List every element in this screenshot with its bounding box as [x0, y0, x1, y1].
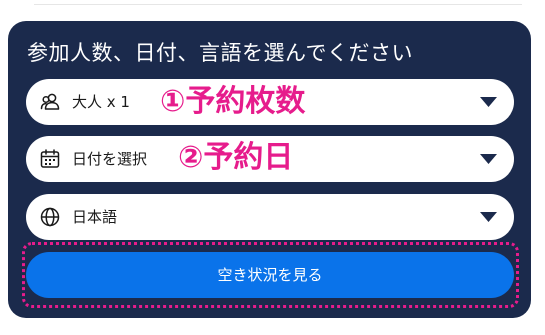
check-availability-button[interactable]: 空き状況を見る	[26, 252, 514, 298]
chevron-down-icon	[480, 154, 497, 164]
language-select[interactable]: 日本語	[26, 194, 514, 240]
globe-icon	[40, 207, 60, 227]
date-value: 日付を選択	[72, 150, 148, 168]
chevron-down-icon	[480, 97, 497, 107]
annotation-booking-date: ②予約日	[178, 140, 294, 175]
booking-panel: 参加人数、日付、言語を選んでください 大人 x 1 日付を選択 日本語 ①予約枚…	[8, 21, 531, 318]
panel-title: 参加人数、日付、言語を選んでください	[27, 41, 413, 65]
annotation-ticket-count: ①予約枚数	[160, 84, 306, 119]
users-icon	[40, 93, 60, 110]
chevron-down-icon	[480, 212, 497, 222]
top-divider	[34, 4, 522, 5]
participants-value: 大人 x 1	[72, 93, 130, 111]
calendar-icon	[40, 149, 60, 168]
language-value: 日本語	[72, 208, 118, 226]
